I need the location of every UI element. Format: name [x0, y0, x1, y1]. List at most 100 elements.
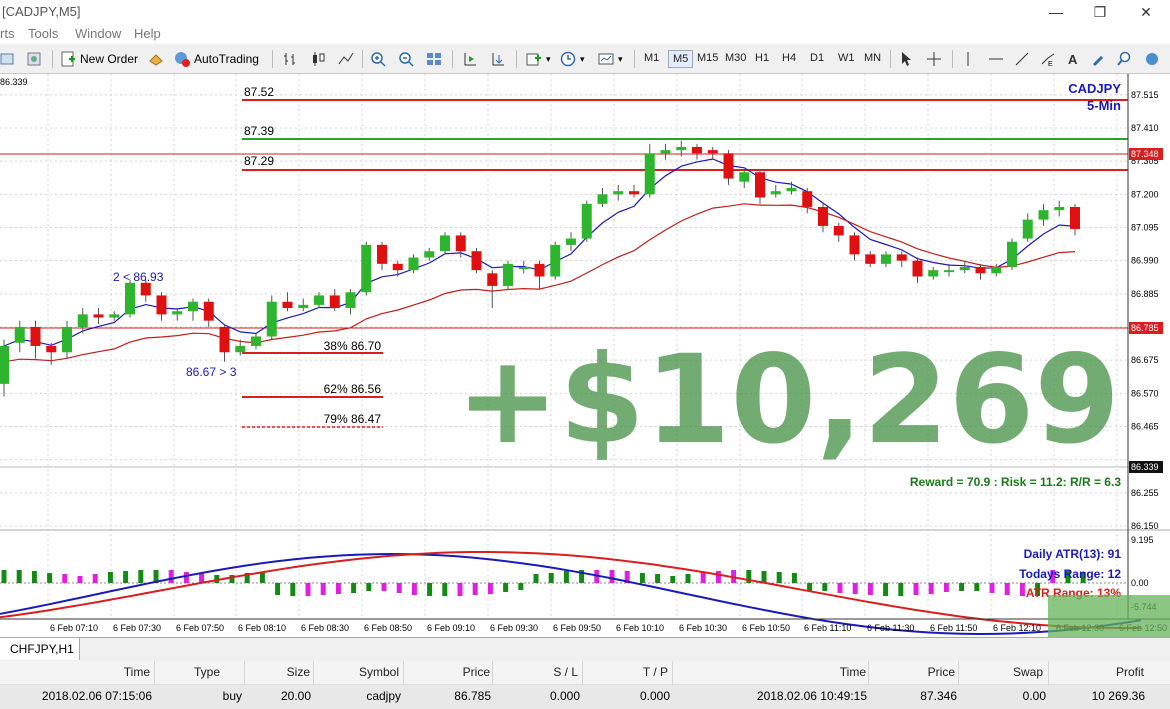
header-close-time[interactable]: Time [840, 665, 866, 679]
time-tick-label: 6 Feb 09:50 [553, 623, 601, 633]
candle-up [959, 266, 970, 271]
tile-windows-icon[interactable] [426, 48, 442, 70]
candle-up [62, 327, 72, 353]
chart-shift-icon[interactable] [462, 48, 478, 70]
toolbar: New Order AutoTrading ▾ ▾ ▾ M1 M5 M15 M3… [0, 44, 1170, 74]
candle-down [156, 295, 167, 315]
indicators-icon[interactable]: ▾ [526, 48, 551, 70]
timeframe-mn[interactable]: MN [860, 50, 885, 68]
brush-icon[interactable] [1090, 48, 1106, 70]
histogram-bar [396, 583, 402, 593]
menu-tools[interactable]: Tools [28, 26, 58, 41]
print-icon[interactable] [26, 48, 42, 70]
bar-chart-icon[interactable] [282, 48, 298, 70]
crosshair-icon[interactable] [926, 48, 942, 70]
row-close-time: 2018.02.06 10:49:15 [756, 689, 867, 703]
candle-up [14, 327, 25, 343]
atr-today-label: Todays Range: 12 [1019, 567, 1121, 581]
terminal-header: Time Type Size Symbol Price S / L T / P … [0, 661, 1170, 685]
profile-icon[interactable] [0, 48, 16, 70]
header-open-time[interactable]: Time [124, 665, 150, 679]
level-label-87-52: 87.52 [244, 85, 274, 99]
header-profit[interactable]: Profit [1116, 665, 1144, 679]
header-type[interactable]: Type [194, 665, 220, 679]
timeframe-d1[interactable]: D1 [806, 50, 828, 68]
community-icon[interactable] [1144, 48, 1160, 70]
candle-up [644, 153, 655, 195]
timeframe-m15[interactable]: M15 [693, 50, 722, 68]
candle-down [723, 153, 734, 179]
zoom-in-icon[interactable] [370, 48, 386, 70]
autotrading-button[interactable]: AutoTrading [174, 48, 259, 70]
timeframe-h4[interactable]: H4 [778, 50, 800, 68]
expert-icon[interactable] [148, 48, 164, 70]
header-swap[interactable]: Swap [1013, 665, 1043, 679]
line-chart-icon[interactable] [338, 48, 354, 70]
autotrading-label: AutoTrading [194, 52, 259, 66]
restore-button[interactable]: ❐ [1088, 2, 1112, 22]
menu-charts[interactable]: rts [0, 26, 14, 41]
histogram-bar [472, 583, 478, 595]
candle-up [251, 336, 261, 346]
timeframe-w1[interactable]: W1 [834, 50, 859, 68]
candle-down [140, 282, 151, 296]
close-button[interactable]: ✕ [1134, 2, 1158, 22]
templates-icon[interactable]: ▾ [598, 48, 623, 70]
price-tick-label: 86.150 [1131, 521, 1159, 531]
timeframe-m30[interactable]: M30 [721, 50, 750, 68]
price-chart[interactable]: 87.51587.41087.30587.20087.09586.99086.8… [0, 74, 1170, 637]
candle-up [109, 314, 120, 318]
menu-help[interactable]: Help [134, 26, 161, 41]
price-tick-label: 87.410 [1131, 123, 1159, 133]
candle-up [77, 314, 88, 328]
histogram-bar [761, 571, 767, 583]
cursor-icon[interactable] [898, 48, 914, 70]
histogram-bar [883, 583, 889, 596]
header-sl[interactable]: S / L [553, 665, 578, 679]
histogram-bar [335, 583, 341, 594]
histogram-bar [77, 576, 83, 583]
horizontal-line-icon[interactable] [988, 48, 1004, 70]
candle-down [93, 314, 104, 318]
candle-up [944, 270, 954, 273]
new-order-label: New Order [80, 52, 139, 66]
timeframe-m5[interactable]: M5 [668, 50, 694, 68]
fibonacci-icon[interactable]: E [1040, 48, 1056, 70]
histogram-bar [548, 573, 554, 583]
autoscroll-icon[interactable] [490, 48, 506, 70]
table-row[interactable]: 2018.02.06 07:15:06 buy 20.00 cadjpy 86.… [0, 685, 1170, 709]
row-close-price: 87.346 [920, 689, 957, 703]
title-bar: [CADJPY,M5] — ❐ ✕ [0, 0, 1170, 24]
candle-down [755, 172, 765, 198]
periods-icon[interactable]: ▾ [560, 48, 585, 70]
text-tool-icon[interactable]: A [1066, 48, 1082, 70]
timeframe-h1[interactable]: H1 [751, 50, 773, 68]
histogram-bar [852, 583, 858, 594]
histogram-bar [655, 574, 661, 583]
minimize-button[interactable]: — [1044, 2, 1068, 22]
candlestick-icon[interactable] [310, 48, 326, 70]
fib-label-38: 38% 86.70 [324, 339, 382, 353]
search-icon[interactable] [1116, 48, 1132, 70]
menu-window[interactable]: Window [75, 26, 121, 41]
new-order-button[interactable]: New Order [60, 48, 138, 70]
candle-down [487, 273, 498, 286]
header-close-price[interactable]: Price [928, 665, 955, 679]
zoom-out-icon[interactable] [398, 48, 414, 70]
chart-tab-chfjpy[interactable]: CHFJPY,H1 [0, 638, 80, 660]
histogram-bar [791, 573, 797, 583]
trendline-icon[interactable] [1014, 48, 1030, 70]
header-open-price[interactable]: Price [463, 665, 490, 679]
candle-down [30, 327, 41, 346]
header-tp[interactable]: T / P [643, 665, 668, 679]
candle-up [518, 266, 529, 269]
vertical-line-icon[interactable] [960, 48, 976, 70]
candle-up [660, 150, 671, 154]
candle-up [440, 235, 450, 252]
header-symbol[interactable]: Symbol [359, 665, 399, 679]
time-tick-label: 6 Feb 09:10 [427, 623, 475, 633]
histogram-bar [411, 583, 417, 595]
fib-label-62: 62% 86.56 [324, 382, 382, 396]
header-size[interactable]: Size [287, 665, 310, 679]
timeframe-m1[interactable]: M1 [640, 50, 663, 68]
